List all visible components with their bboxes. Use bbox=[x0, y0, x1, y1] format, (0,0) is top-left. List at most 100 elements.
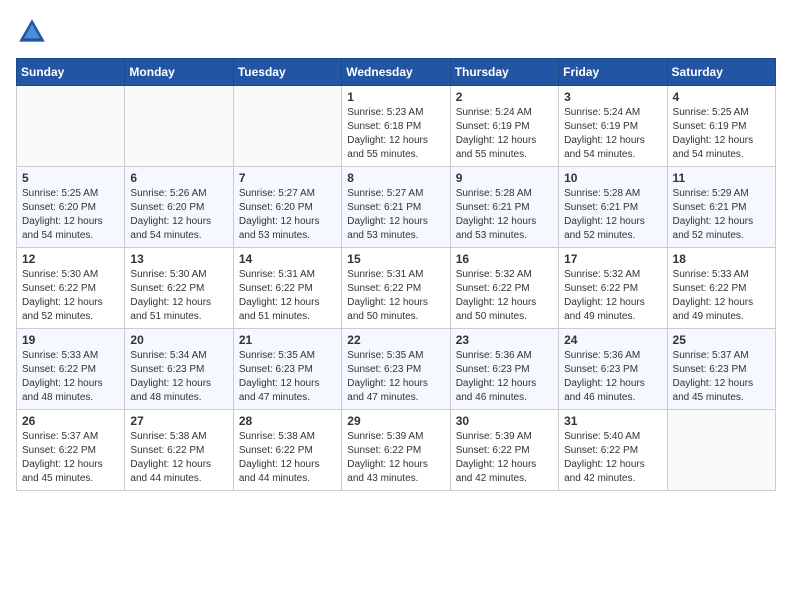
calendar-cell: 18Sunrise: 5:33 AM Sunset: 6:22 PM Dayli… bbox=[667, 248, 775, 329]
day-number: 5 bbox=[22, 171, 119, 185]
day-number: 3 bbox=[564, 90, 661, 104]
day-info: Sunrise: 5:35 AM Sunset: 6:23 PM Dayligh… bbox=[347, 349, 444, 405]
day-info: Sunrise: 5:36 AM Sunset: 6:23 PM Dayligh… bbox=[456, 349, 553, 405]
day-number: 25 bbox=[673, 333, 770, 347]
day-of-week-header: Wednesday bbox=[342, 59, 450, 86]
day-number: 24 bbox=[564, 333, 661, 347]
day-number: 26 bbox=[22, 414, 119, 428]
calendar-cell: 13 Sunrise: 5:30 AM Sunset: 6:22 PM Dayli… bbox=[125, 248, 233, 329]
day-number: 18 bbox=[673, 252, 770, 266]
day-number: 10 bbox=[564, 171, 661, 185]
calendar-cell: 26 Sunrise: 5:37 AM Sunset: 6:22 PM Dayli… bbox=[17, 410, 125, 491]
calendar-cell: 6 Sunrise: 5:26 AM Sunset: 6:20 PM Daylig… bbox=[125, 167, 233, 248]
day-of-week-header: Sunday bbox=[17, 59, 125, 86]
calendar-cell bbox=[667, 410, 775, 491]
day-number: 6 bbox=[130, 171, 227, 185]
calendar-cell: 16 Sunrise: 5:32 AM Sunset: 6:22 PM Dayli… bbox=[450, 248, 558, 329]
day-info: Sunrise: 5:27 AM Sunset: 6:20 PM Dayligh… bbox=[239, 187, 336, 243]
day-number: 15 bbox=[347, 252, 444, 266]
calendar-cell: 1 Sunrise: 5:23 AM Sunset: 6:18 PM Daylig… bbox=[342, 86, 450, 167]
calendar-cell: 25 Sunrise: 5:37 AM Sunset: 6:23 PM Dayli… bbox=[667, 329, 775, 410]
day-info: Sunrise: 5:39 AM Sunset: 6:22 PM Dayligh… bbox=[456, 430, 553, 486]
calendar-header-row: SundayMondayTuesdayWednesdayThursdayFrid… bbox=[17, 59, 776, 86]
day-info: Sunrise: 5:37 AM Sunset: 6:23 PM Dayligh… bbox=[673, 349, 770, 405]
day-of-week-header: Thursday bbox=[450, 59, 558, 86]
day-of-week-header: Saturday bbox=[667, 59, 775, 86]
day-number: 30 bbox=[456, 414, 553, 428]
logo-icon bbox=[16, 16, 48, 48]
day-number: 4 bbox=[673, 90, 770, 104]
calendar-cell: 2 Sunrise: 5:24 AM Sunset: 6:19 PM Daylig… bbox=[450, 86, 558, 167]
day-number: 20 bbox=[130, 333, 227, 347]
day-number: 28 bbox=[239, 414, 336, 428]
calendar-cell: 15 Sunrise: 5:31 AM Sunset: 6:22 PM Dayli… bbox=[342, 248, 450, 329]
calendar-cell: 19Sunrise: 5:33 AM Sunset: 6:22 PM Dayli… bbox=[17, 329, 125, 410]
calendar-week-row: 5 Sunrise: 5:25 AM Sunset: 6:20 PM Daylig… bbox=[17, 167, 776, 248]
calendar-cell: 4 Sunrise: 5:25 AM Sunset: 6:19 PM Daylig… bbox=[667, 86, 775, 167]
calendar-cell: 29 Sunrise: 5:39 AM Sunset: 6:22 PM Dayli… bbox=[342, 410, 450, 491]
day-number: 27 bbox=[130, 414, 227, 428]
day-info: Sunrise: 5:31 AM Sunset: 6:22 PM Dayligh… bbox=[347, 268, 444, 324]
calendar-cell: 31Sunrise: 5:40 AM Sunset: 6:22 PM Dayli… bbox=[559, 410, 667, 491]
day-info: Sunrise: 5:28 AM Sunset: 6:21 PM Dayligh… bbox=[456, 187, 553, 243]
day-number: 2 bbox=[456, 90, 553, 104]
day-info: Sunrise: 5:30 AM Sunset: 6:22 PM Dayligh… bbox=[130, 268, 227, 324]
calendar-cell: 10 Sunrise: 5:28 AM Sunset: 6:21 PM Dayli… bbox=[559, 167, 667, 248]
day-number: 19 bbox=[22, 333, 119, 347]
calendar-cell: 14 Sunrise: 5:31 AM Sunset: 6:22 PM Dayli… bbox=[233, 248, 341, 329]
day-info: Sunrise: 5:32 AM Sunset: 6:22 PM Dayligh… bbox=[456, 268, 553, 324]
day-number: 9 bbox=[456, 171, 553, 185]
calendar-cell: 7 Sunrise: 5:27 AM Sunset: 6:20 PM Daylig… bbox=[233, 167, 341, 248]
day-number: 12 bbox=[22, 252, 119, 266]
calendar-week-row: 19Sunrise: 5:33 AM Sunset: 6:22 PM Dayli… bbox=[17, 329, 776, 410]
day-info: Sunrise: 5:34 AM Sunset: 6:23 PM Dayligh… bbox=[130, 349, 227, 405]
day-info: Sunrise: 5:35 AM Sunset: 6:23 PM Dayligh… bbox=[239, 349, 336, 405]
calendar-week-row: 26 Sunrise: 5:37 AM Sunset: 6:22 PM Dayli… bbox=[17, 410, 776, 491]
day-info: Sunrise: 5:30 AM Sunset: 6:22 PM Dayligh… bbox=[22, 268, 119, 324]
day-number: 16 bbox=[456, 252, 553, 266]
calendar-cell bbox=[17, 86, 125, 167]
calendar-cell: 22 Sunrise: 5:35 AM Sunset: 6:23 PM Dayli… bbox=[342, 329, 450, 410]
day-info: Sunrise: 5:38 AM Sunset: 6:22 PM Dayligh… bbox=[239, 430, 336, 486]
day-info: Sunrise: 5:39 AM Sunset: 6:22 PM Dayligh… bbox=[347, 430, 444, 486]
calendar-cell: 21 Sunrise: 5:35 AM Sunset: 6:23 PM Dayli… bbox=[233, 329, 341, 410]
day-number: 29 bbox=[347, 414, 444, 428]
day-info: Sunrise: 5:24 AM Sunset: 6:19 PM Dayligh… bbox=[564, 106, 661, 162]
day-number: 7 bbox=[239, 171, 336, 185]
day-info: Sunrise: 5:26 AM Sunset: 6:20 PM Dayligh… bbox=[130, 187, 227, 243]
day-info: Sunrise: 5:25 AM Sunset: 6:19 PM Dayligh… bbox=[673, 106, 770, 162]
day-info: Sunrise: 5:37 AM Sunset: 6:22 PM Dayligh… bbox=[22, 430, 119, 486]
calendar-cell: 23 Sunrise: 5:36 AM Sunset: 6:23 PM Dayli… bbox=[450, 329, 558, 410]
calendar-cell bbox=[125, 86, 233, 167]
day-info: Sunrise: 5:38 AM Sunset: 6:22 PM Dayligh… bbox=[130, 430, 227, 486]
calendar-week-row: 1 Sunrise: 5:23 AM Sunset: 6:18 PM Daylig… bbox=[17, 86, 776, 167]
day-info: Sunrise: 5:31 AM Sunset: 6:22 PM Dayligh… bbox=[239, 268, 336, 324]
day-of-week-header: Monday bbox=[125, 59, 233, 86]
day-info: Sunrise: 5:25 AM Sunset: 6:20 PM Dayligh… bbox=[22, 187, 119, 243]
day-number: 21 bbox=[239, 333, 336, 347]
day-number: 23 bbox=[456, 333, 553, 347]
day-of-week-header: Tuesday bbox=[233, 59, 341, 86]
calendar-cell: 17 Sunrise: 5:32 AM Sunset: 6:22 PM Dayli… bbox=[559, 248, 667, 329]
day-info: Sunrise: 5:24 AM Sunset: 6:19 PM Dayligh… bbox=[456, 106, 553, 162]
calendar-cell: 12 Sunrise: 5:30 AM Sunset: 6:22 PM Dayli… bbox=[17, 248, 125, 329]
day-number: 14 bbox=[239, 252, 336, 266]
page-header bbox=[16, 16, 776, 48]
day-number: 8 bbox=[347, 171, 444, 185]
day-info: Sunrise: 5:32 AM Sunset: 6:22 PM Dayligh… bbox=[564, 268, 661, 324]
calendar-cell: 27 Sunrise: 5:38 AM Sunset: 6:22 PM Dayli… bbox=[125, 410, 233, 491]
calendar-cell: 28 Sunrise: 5:38 AM Sunset: 6:22 PM Dayli… bbox=[233, 410, 341, 491]
day-info: Sunrise: 5:29 AM Sunset: 6:21 PM Dayligh… bbox=[673, 187, 770, 243]
day-number: 1 bbox=[347, 90, 444, 104]
day-info: Sunrise: 5:28 AM Sunset: 6:21 PM Dayligh… bbox=[564, 187, 661, 243]
day-number: 22 bbox=[347, 333, 444, 347]
calendar-cell: 9 Sunrise: 5:28 AM Sunset: 6:21 PM Daylig… bbox=[450, 167, 558, 248]
calendar-cell: 5 Sunrise: 5:25 AM Sunset: 6:20 PM Daylig… bbox=[17, 167, 125, 248]
day-info: Sunrise: 5:23 AM Sunset: 6:18 PM Dayligh… bbox=[347, 106, 444, 162]
calendar-table: SundayMondayTuesdayWednesdayThursdayFrid… bbox=[16, 58, 776, 491]
calendar-cell: 30 Sunrise: 5:39 AM Sunset: 6:22 PM Dayli… bbox=[450, 410, 558, 491]
day-number: 17 bbox=[564, 252, 661, 266]
day-number: 13 bbox=[130, 252, 227, 266]
day-of-week-header: Friday bbox=[559, 59, 667, 86]
calendar-cell: 3 Sunrise: 5:24 AM Sunset: 6:19 PM Daylig… bbox=[559, 86, 667, 167]
